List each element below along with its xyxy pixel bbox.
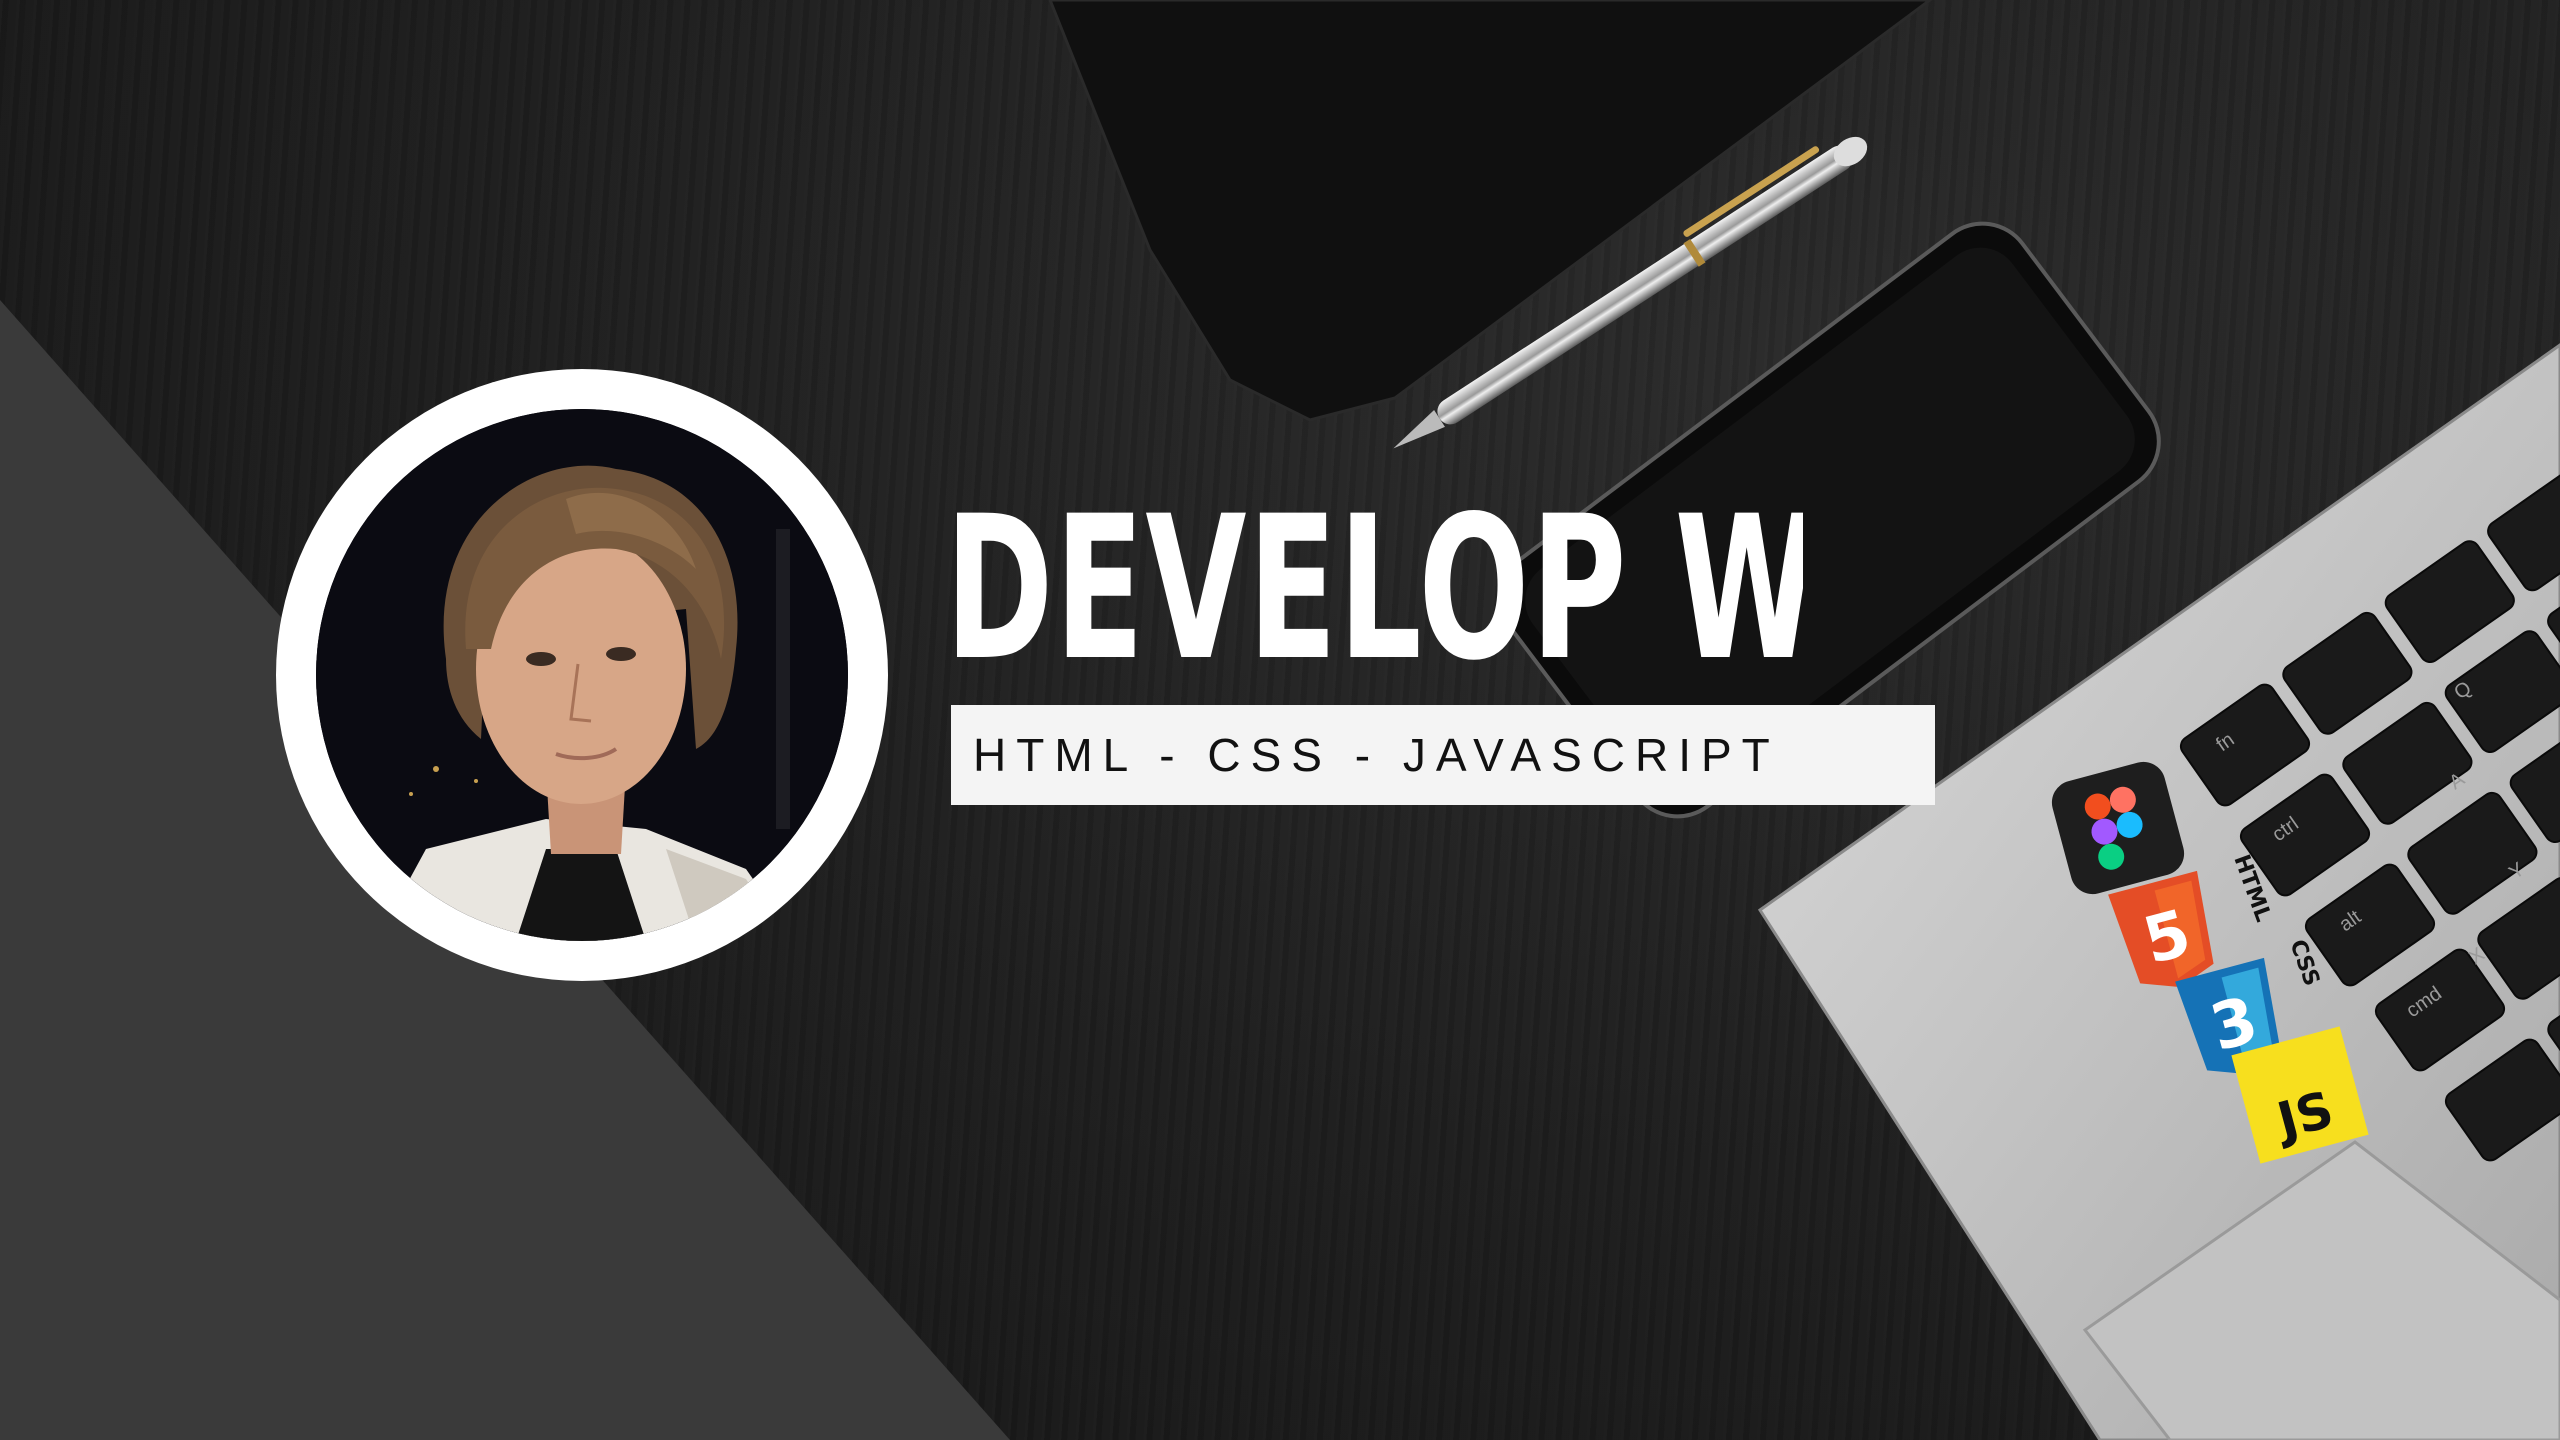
banner: fn ctrl alt cmd Q A Y X 5 HTML 3 CSS JS … (0, 0, 2560, 1440)
page-title: DEVELOP WEBSITE (945, 484, 1803, 694)
tagline-box: HTML - CSS - JAVASCRIPT (951, 705, 1935, 805)
tagline-text: HTML - CSS - JAVASCRIPT (973, 729, 1780, 781)
avatar (276, 369, 888, 981)
avatar-photo (316, 409, 848, 941)
